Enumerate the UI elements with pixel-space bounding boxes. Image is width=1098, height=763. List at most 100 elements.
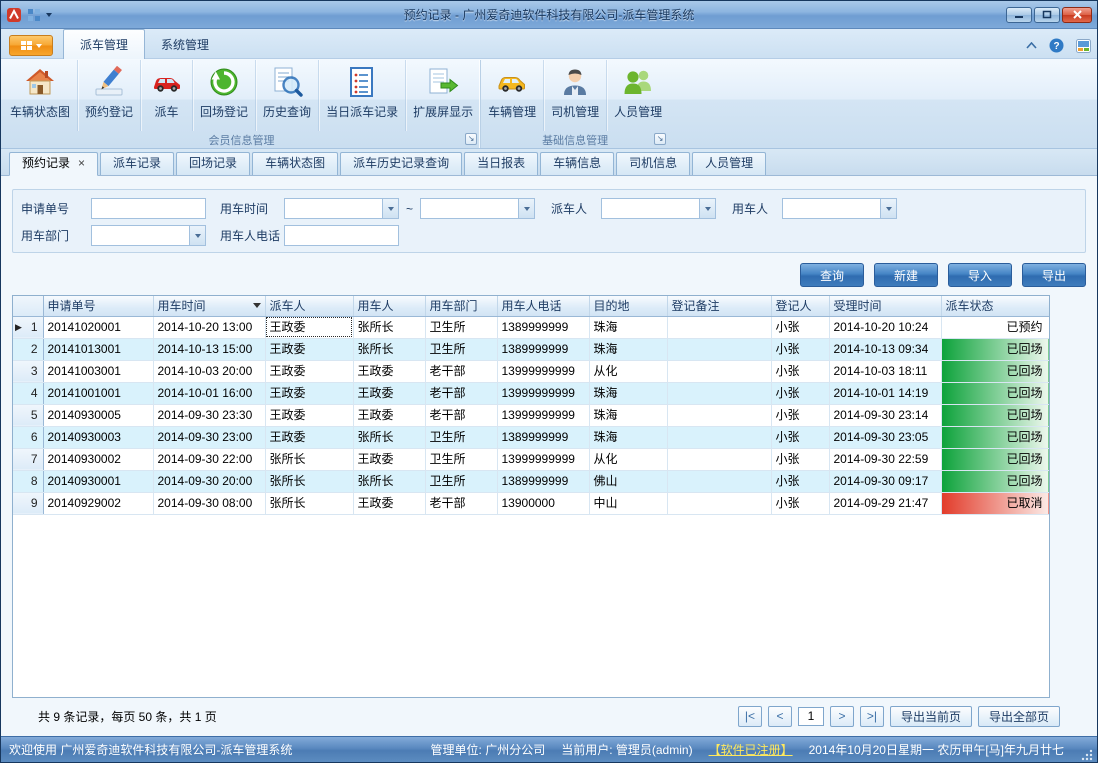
doc-tab[interactable]: 派车记录 <box>100 152 174 175</box>
cell[interactable]: 张所长 <box>265 492 353 514</box>
use-time-to-combo[interactable] <box>420 198 535 219</box>
query-button[interactable]: 查询 <box>800 263 864 287</box>
cell[interactable] <box>667 338 771 360</box>
cell[interactable] <box>667 470 771 492</box>
cell[interactable]: 2014-10-20 13:00 <box>153 316 265 338</box>
cell[interactable]: 王政委 <box>265 360 353 382</box>
cell[interactable]: 珠海 <box>589 338 667 360</box>
cell[interactable]: 2014-10-03 20:00 <box>153 360 265 382</box>
status-cell[interactable]: 已回场 <box>941 360 1049 382</box>
status-cell[interactable]: 已取消 <box>941 492 1049 514</box>
ribbon-button-return[interactable]: 回场登记 <box>193 60 256 131</box>
status-cell[interactable]: 已回场 <box>941 448 1049 470</box>
cell[interactable]: 20140930003 <box>43 426 153 448</box>
cell[interactable]: 小张 <box>771 492 829 514</box>
cell[interactable]: 王政委 <box>353 360 425 382</box>
cell[interactable] <box>667 404 771 426</box>
cell[interactable] <box>667 448 771 470</box>
cell[interactable]: 2014-10-13 15:00 <box>153 338 265 360</box>
cell[interactable]: 13999999999 <box>497 448 589 470</box>
doc-tab[interactable]: 车辆信息 <box>540 152 614 175</box>
cell[interactable]: 王政委 <box>265 338 353 360</box>
cell[interactable] <box>667 426 771 448</box>
ribbon-tab[interactable]: 系统管理 <box>145 30 225 58</box>
resize-grip-icon[interactable] <box>1080 748 1093 761</box>
cell[interactable]: 卫生所 <box>425 470 497 492</box>
ribbon-button-dispatch[interactable]: 派车 <box>141 60 193 131</box>
cell[interactable]: 20140930005 <box>43 404 153 426</box>
cell[interactable]: 卫生所 <box>425 426 497 448</box>
doc-tab[interactable]: 派车历史记录查询 <box>340 152 462 175</box>
doc-tab[interactable]: 预约记录× <box>9 152 98 176</box>
status-cell[interactable]: 已回场 <box>941 382 1049 404</box>
column-header[interactable]: 派车人 <box>265 296 353 316</box>
dispatcher-dropdown-button[interactable] <box>699 199 715 218</box>
cell[interactable] <box>667 492 771 514</box>
cell[interactable]: 小张 <box>771 404 829 426</box>
row-indicator-cell[interactable]: 7 <box>13 448 43 470</box>
minimize-button[interactable] <box>1006 7 1032 23</box>
row-indicator-cell[interactable]: 2 <box>13 338 43 360</box>
doc-tab[interactable]: 司机信息 <box>616 152 690 175</box>
cell[interactable]: 2014-09-29 21:47 <box>829 492 941 514</box>
cell[interactable]: 2014-10-13 09:34 <box>829 338 941 360</box>
cell[interactable]: 1389999999 <box>497 338 589 360</box>
column-header[interactable]: 用车时间 <box>153 296 265 316</box>
cell[interactable]: 张所长 <box>353 316 425 338</box>
cell[interactable]: 佛山 <box>589 470 667 492</box>
cell[interactable]: 小张 <box>771 426 829 448</box>
status-cell[interactable]: 已回场 <box>941 426 1049 448</box>
cell[interactable]: 20140929002 <box>43 492 153 514</box>
cell[interactable]: 1389999999 <box>497 316 589 338</box>
ribbon-button-driver-manage[interactable]: 司机管理 <box>544 60 607 131</box>
cell[interactable]: 珠海 <box>589 382 667 404</box>
maximize-button[interactable] <box>1034 7 1060 23</box>
ribbon-button-history-search[interactable]: 历史查询 <box>256 60 319 131</box>
status-cell[interactable]: 已预约 <box>941 316 1049 338</box>
use-time-from-dropdown-button[interactable] <box>382 199 398 218</box>
department-combo[interactable] <box>91 225 206 246</box>
column-header[interactable]: 登记人 <box>771 296 829 316</box>
user-combo[interactable] <box>782 198 897 219</box>
import-button[interactable]: 导入 <box>948 263 1012 287</box>
user-dropdown-button[interactable] <box>880 199 896 218</box>
cell[interactable]: 2014-09-30 23:00 <box>153 426 265 448</box>
create-button[interactable]: 新建 <box>874 263 938 287</box>
column-header[interactable]: 受理时间 <box>829 296 941 316</box>
doc-tab[interactable]: 回场记录 <box>176 152 250 175</box>
column-header[interactable]: 用车人 <box>353 296 425 316</box>
cell[interactable]: 2014-09-30 23:14 <box>829 404 941 426</box>
cell[interactable]: 从化 <box>589 448 667 470</box>
cell[interactable]: 20141020001 <box>43 316 153 338</box>
help-icon[interactable]: ? <box>1049 38 1064 53</box>
department-dropdown-button[interactable] <box>189 226 205 245</box>
cell[interactable]: 王政委 <box>353 448 425 470</box>
collapse-ribbon-icon[interactable] <box>1026 42 1037 49</box>
cell[interactable]: 王政委 <box>353 492 425 514</box>
ribbon-tab[interactable]: 派车管理 <box>63 29 145 59</box>
export-button[interactable]: 导出 <box>1022 263 1086 287</box>
prev-page-button[interactable]: < <box>768 706 792 727</box>
cell[interactable]: 老干部 <box>425 492 497 514</box>
dispatcher-input[interactable] <box>602 199 699 218</box>
cell[interactable]: 20141013001 <box>43 338 153 360</box>
cell[interactable]: 珠海 <box>589 426 667 448</box>
cell[interactable]: 珠海 <box>589 316 667 338</box>
qat-dropdown-icon[interactable] <box>46 13 52 20</box>
cell[interactable]: 老干部 <box>425 404 497 426</box>
doc-tab[interactable]: 车辆状态图 <box>252 152 338 175</box>
cell[interactable]: 2014-09-30 22:00 <box>153 448 265 470</box>
column-header[interactable]: 目的地 <box>589 296 667 316</box>
cell[interactable]: 1389999999 <box>497 426 589 448</box>
cell[interactable]: 2014-09-30 20:00 <box>153 470 265 492</box>
first-page-button[interactable]: |< <box>738 706 762 727</box>
export-current-page-button[interactable]: 导出当前页 <box>890 706 972 727</box>
phone-input[interactable] <box>284 225 399 246</box>
status-cell[interactable]: 已回场 <box>941 338 1049 360</box>
cell[interactable]: 从化 <box>589 360 667 382</box>
use-time-to-dropdown-button[interactable] <box>518 199 534 218</box>
cell[interactable]: 张所长 <box>353 338 425 360</box>
cell[interactable]: 张所长 <box>353 470 425 492</box>
column-header[interactable]: 用车部门 <box>425 296 497 316</box>
cell[interactable]: 小张 <box>771 470 829 492</box>
